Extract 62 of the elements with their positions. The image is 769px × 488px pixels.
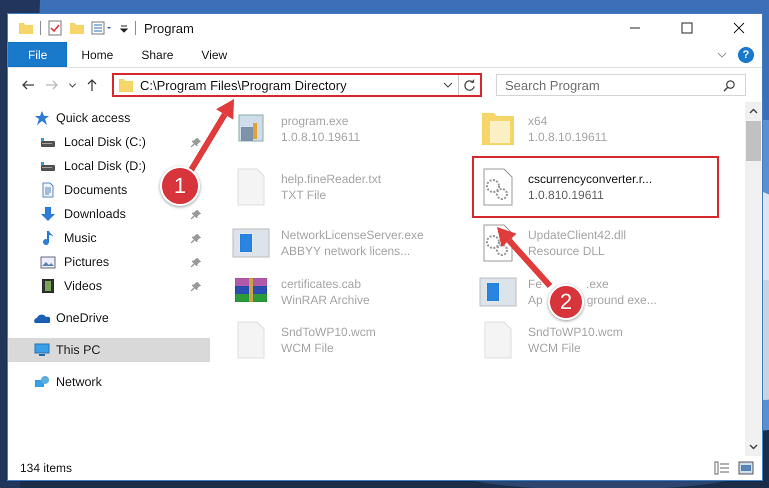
- checklist-icon[interactable]: [47, 20, 63, 36]
- refresh-icon: [463, 78, 476, 92]
- item-count: 134 items: [20, 461, 74, 475]
- file-detail: TXT File: [281, 188, 326, 202]
- sidebar-item[interactable]: OneDrive: [56, 311, 109, 325]
- up-arrow-icon: [85, 78, 99, 92]
- scroll-thumb[interactable]: [746, 121, 761, 161]
- pin-icon[interactable]: [191, 232, 202, 244]
- network-icon: [34, 374, 50, 390]
- file-detail: Ap: [528, 293, 543, 307]
- pin-icon[interactable]: [191, 136, 202, 148]
- file-detail: ABBYY network licens...: [281, 244, 410, 258]
- monitor-icon: [34, 342, 50, 358]
- ribbon-tab[interactable]: Home: [67, 42, 128, 67]
- download-icon: [40, 206, 56, 222]
- scroll-up-icon[interactable]: [749, 107, 758, 116]
- drive-icon: [40, 138, 56, 146]
- help-button[interactable]: ?: [738, 46, 754, 62]
- star-icon: [34, 110, 50, 126]
- ribbon-tab[interactable]: Share: [127, 42, 188, 67]
- folder-icon: [118, 77, 134, 93]
- sidebar-item[interactable]: Music: [64, 231, 97, 245]
- file-detail: WinRAR Archive: [281, 293, 370, 307]
- ribbon-tab[interactable]: View: [187, 42, 242, 67]
- sidebar-item[interactable]: This PC: [8, 338, 210, 362]
- sidebar-item[interactable]: Videos: [64, 279, 102, 293]
- properties-icon[interactable]: [91, 20, 113, 36]
- maximize-icon: [681, 22, 693, 34]
- music-note-icon: [40, 230, 56, 246]
- scroll-down-icon[interactable]: [749, 442, 758, 451]
- film-icon: [40, 278, 56, 294]
- file-detail: WCM File: [281, 341, 334, 355]
- sidebar-item[interactable]: Pictures: [64, 255, 110, 269]
- scrollbar[interactable]: [745, 102, 762, 456]
- forward-arrow-icon: [45, 78, 59, 92]
- ribbon-tab[interactable]: File: [8, 42, 68, 67]
- sidebar-item[interactable]: Local Disk (D:): [64, 159, 146, 173]
- large-icons-view-icon[interactable]: [738, 461, 754, 475]
- pin-icon[interactable]: [191, 256, 202, 268]
- drive-icon: [40, 162, 56, 170]
- sidebar-item[interactable]: Documents: [64, 183, 128, 197]
- pin-icon[interactable]: [191, 208, 202, 220]
- search-icon[interactable]: [723, 79, 736, 92]
- document-icon: [40, 182, 56, 198]
- file-detail: ground exe...: [586, 293, 657, 307]
- details-view-icon[interactable]: [714, 461, 730, 475]
- address-bar[interactable]: C:\Program Files\Program Directory: [112, 73, 482, 97]
- pin-icon[interactable]: [191, 280, 202, 292]
- back-arrow-icon: [21, 78, 35, 92]
- sidebar-item[interactable]: Downloads: [64, 207, 126, 221]
- sidebar-item[interactable]: Quick access: [56, 111, 130, 125]
- close-icon: [733, 22, 745, 34]
- file-detail: 1.0.8.10.19611: [281, 130, 360, 144]
- sidebar-item[interactable]: Local Disk (C:): [64, 135, 146, 149]
- search-field[interactable]: Search Program: [496, 74, 746, 96]
- file-detail: 1.0.8.10.19611: [528, 130, 608, 144]
- file-item[interactable]: cscurrencyconverter.r... 1.0.810.19611: [472, 156, 719, 218]
- pictures-icon: [40, 254, 56, 270]
- window-title: Program: [144, 20, 195, 36]
- file-detail: Resource DLL: [528, 244, 605, 258]
- sidebar-item[interactable]: Network: [56, 375, 102, 389]
- file-detail: WCM File: [528, 341, 581, 355]
